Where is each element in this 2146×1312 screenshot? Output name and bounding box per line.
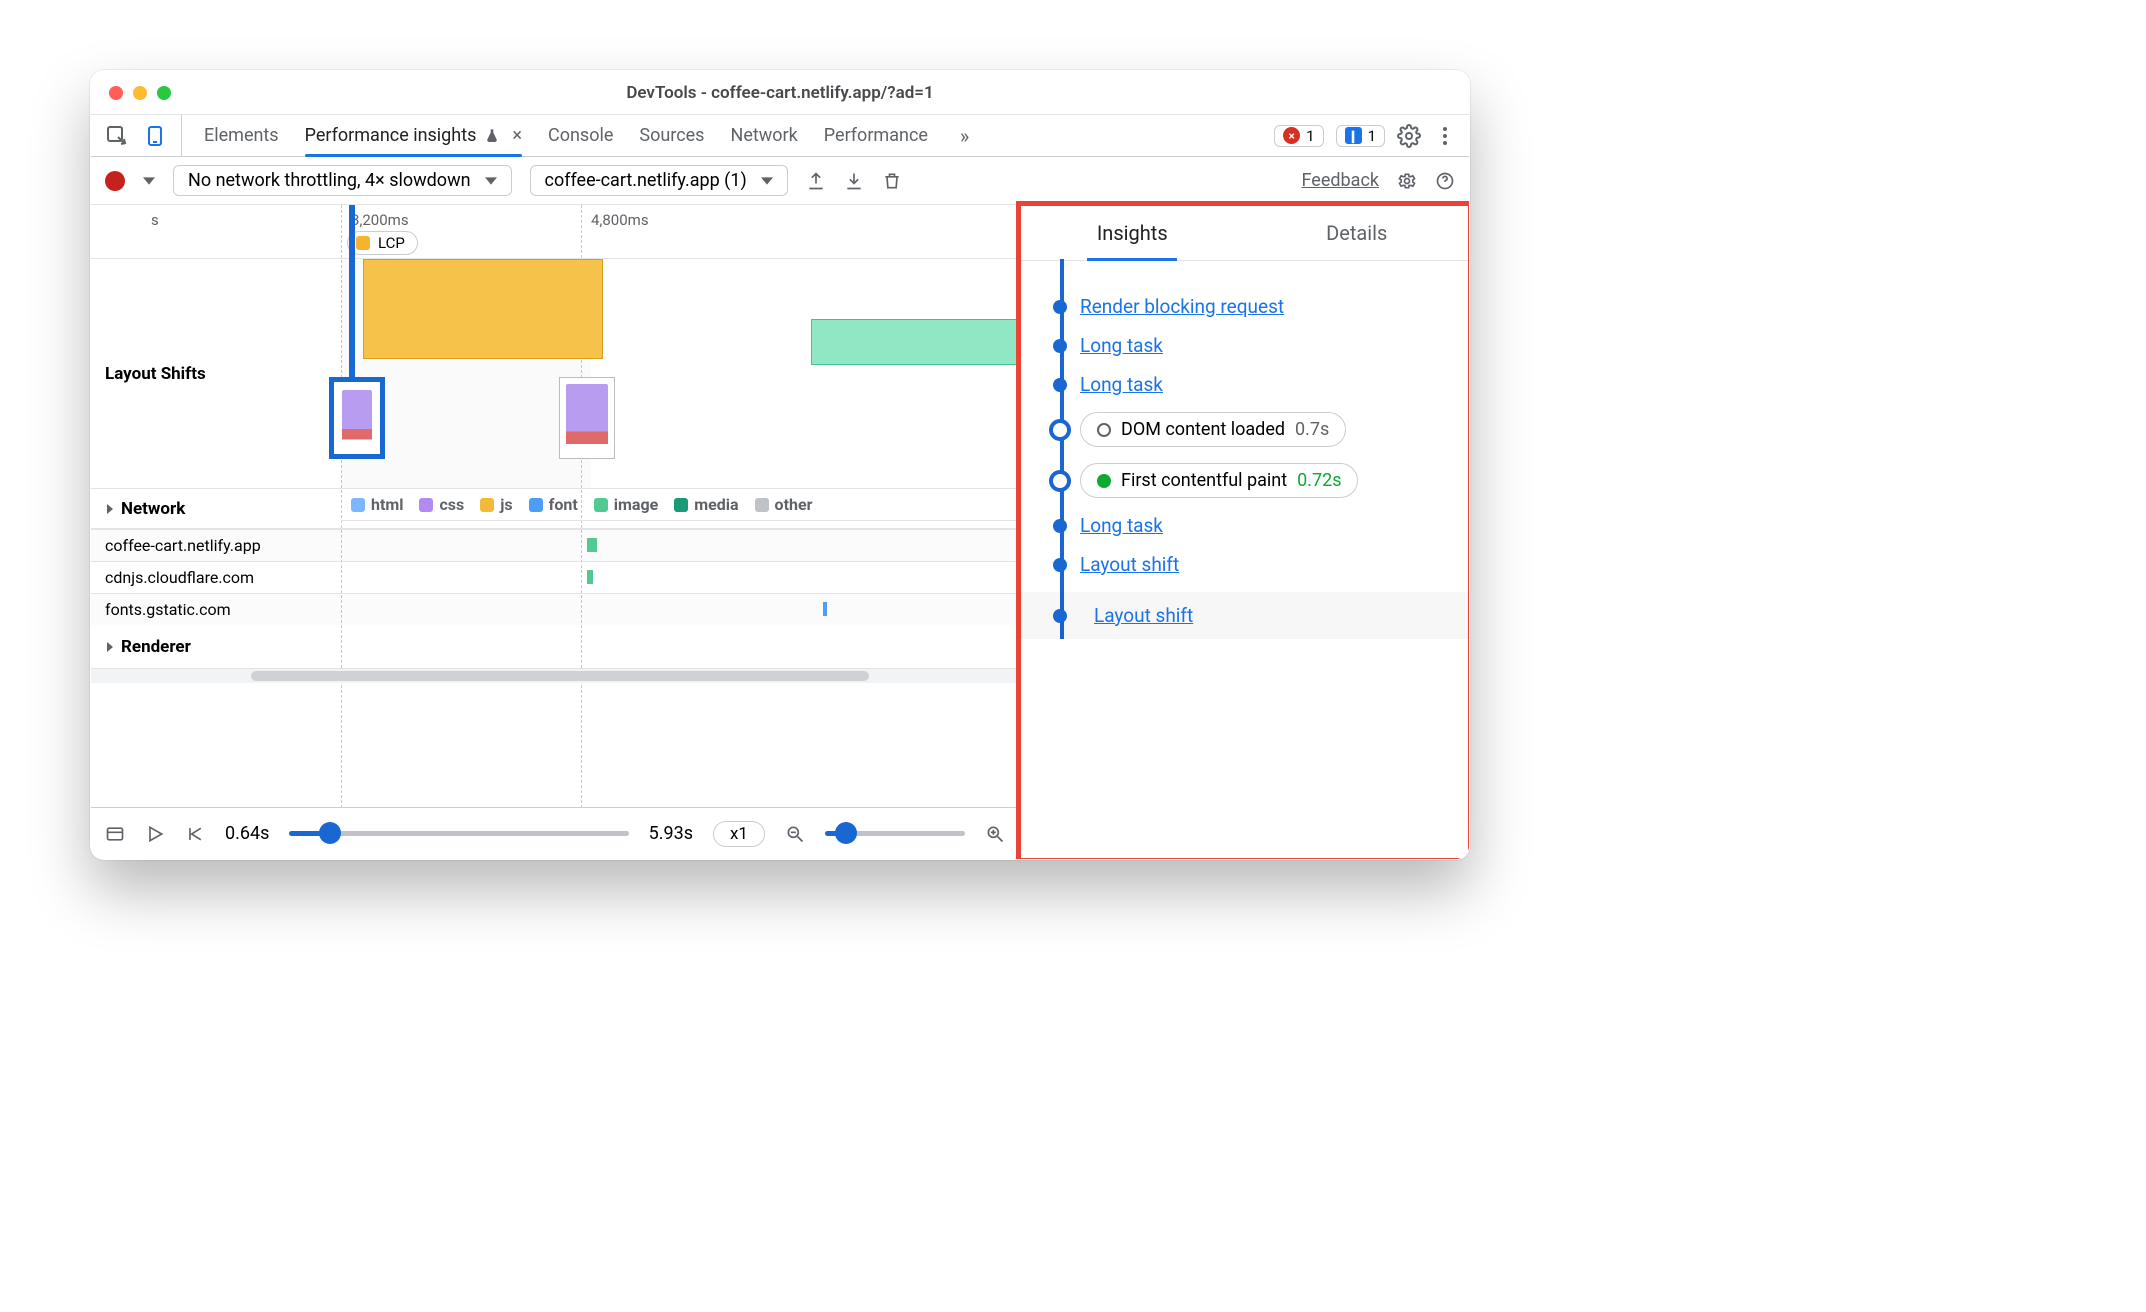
device-toggle-icon[interactable]: [143, 124, 167, 148]
play-icon[interactable]: [145, 824, 165, 844]
message-icon: ❙: [1345, 127, 1362, 144]
network-row[interactable]: cdnjs.cloudflare.com: [91, 561, 1019, 593]
insight-milestone[interactable]: DOM content loaded 0.7s: [1080, 412, 1449, 447]
section-network[interactable]: Network: [91, 489, 341, 528]
insight-item-selected[interactable]: Layout shift: [1020, 592, 1469, 639]
network-mark: [587, 538, 597, 552]
titlebar: DevTools - coffee-cart.netlify.app/?ad=1: [91, 71, 1469, 115]
error-icon: ×: [1283, 127, 1300, 144]
insight-item[interactable]: Long task: [1080, 373, 1449, 396]
caret-right-icon: [105, 504, 115, 514]
timeline-ruler[interactable]: s 3,200ms 4,800ms LCP: [91, 205, 1019, 259]
close-tab-icon[interactable]: ×: [512, 125, 522, 146]
lcp-block[interactable]: [363, 259, 603, 359]
throttling-select[interactable]: No network throttling, 4× slowdown: [173, 165, 512, 196]
horizontal-scrollbar[interactable]: [91, 669, 1019, 683]
timeline-ring-icon: [1049, 470, 1071, 492]
timeline-dot-icon: [1053, 378, 1067, 392]
insight-item[interactable]: Layout shift: [1080, 553, 1449, 576]
timeline-rail: [1060, 259, 1064, 639]
network-row[interactable]: coffee-cart.netlify.app: [91, 529, 1019, 561]
network-mark: [823, 602, 827, 616]
tab-network[interactable]: Network: [730, 115, 797, 156]
insights-tab[interactable]: Insights: [1020, 205, 1245, 260]
record-options-caret-icon[interactable]: [143, 175, 155, 187]
renderer-area[interactable]: [341, 625, 1019, 668]
tab-elements[interactable]: Elements: [204, 115, 279, 156]
playback-controls: 0.64s 5.93s x1: [91, 807, 1019, 859]
ruler-tick: 4,800ms: [591, 211, 649, 229]
toggle-view-icon[interactable]: [105, 824, 125, 844]
time-end: 5.93s: [649, 823, 693, 844]
section-renderer[interactable]: Renderer: [91, 625, 341, 668]
layout-shifts-area[interactable]: [341, 259, 1019, 488]
gear-icon[interactable]: [1397, 171, 1417, 191]
timeline-ring-icon: [1049, 419, 1071, 441]
filmstrip-thumb-selected[interactable]: [329, 377, 385, 459]
ruler-tick: 3,200ms: [351, 211, 409, 229]
lcp-swatch-icon: [356, 236, 370, 250]
caret-down-icon: [761, 175, 773, 187]
insight-item[interactable]: Render blocking request: [1080, 295, 1449, 318]
record-button[interactable]: [105, 171, 125, 191]
kebab-menu-icon[interactable]: [1433, 124, 1457, 148]
tab-sources[interactable]: Sources: [639, 115, 704, 156]
page-select[interactable]: coffee-cart.netlify.app (1): [530, 165, 788, 196]
import-icon[interactable]: [844, 171, 864, 191]
network-row[interactable]: fonts.gstatic.com: [91, 593, 1019, 625]
timeline-dot-icon: [1053, 519, 1067, 533]
insight-item[interactable]: Long task: [1080, 334, 1449, 357]
timeline-dot-icon: [1053, 339, 1067, 353]
cls-block[interactable]: [811, 319, 1019, 365]
ruler-tick: s: [151, 211, 159, 229]
feedback-link[interactable]: Feedback: [1302, 170, 1379, 191]
timeline-dot-icon: [1053, 300, 1067, 314]
insight-item[interactable]: Long task: [1080, 514, 1449, 537]
network-mark: [587, 570, 593, 584]
zoom-out-icon[interactable]: [785, 824, 805, 844]
playback-slider[interactable]: [289, 831, 628, 836]
window-title: DevTools - coffee-cart.netlify.app/?ad=1: [91, 83, 1469, 103]
message-counter[interactable]: ❙ 1: [1336, 125, 1385, 147]
timeline-dot-icon: [1053, 609, 1067, 623]
insights-timeline: Render blocking request Long task Long t…: [1020, 261, 1469, 639]
status-dot-icon: [1097, 423, 1111, 437]
help-icon[interactable]: [1435, 171, 1455, 191]
lcp-badge[interactable]: LCP: [347, 231, 418, 255]
time-start: 0.64s: [225, 823, 269, 844]
insights-toolbar: No network throttling, 4× slowdown coffe…: [91, 157, 1469, 205]
section-layout-shifts[interactable]: Layout Shifts: [91, 259, 341, 488]
network-legend: html css js font image media other: [341, 489, 1019, 528]
network-rows: coffee-cart.netlify.app cdnjs.cloudflare…: [91, 529, 1019, 625]
zoom-level[interactable]: x1: [713, 821, 765, 847]
tab-performance[interactable]: Performance: [824, 115, 928, 156]
caret-down-icon: [485, 175, 497, 187]
status-dot-icon: [1097, 474, 1111, 488]
filmstrip-thumb[interactable]: [559, 377, 615, 459]
insights-panel: Insights Details Render blocking request…: [1019, 205, 1469, 859]
jump-start-icon[interactable]: [185, 824, 205, 844]
settings-icon[interactable]: [1397, 124, 1421, 148]
devtools-tabbar: Elements Performance insights × Console …: [91, 115, 1469, 157]
details-tab[interactable]: Details: [1245, 205, 1470, 260]
tab-console[interactable]: Console: [548, 115, 613, 156]
tab-performance-insights[interactable]: Performance insights ×: [305, 115, 522, 156]
tabs-overflow-icon[interactable]: »: [960, 124, 969, 148]
zoom-in-icon[interactable]: [985, 824, 1005, 844]
insight-milestone[interactable]: First contentful paint 0.72s: [1080, 463, 1449, 498]
timeline-dot-icon: [1053, 558, 1067, 572]
caret-right-icon: [105, 642, 115, 652]
panel-tabs: Elements Performance insights × Console …: [182, 115, 991, 156]
flask-icon: [484, 128, 500, 144]
error-counter[interactable]: × 1: [1274, 125, 1323, 147]
export-icon[interactable]: [806, 171, 826, 191]
delete-icon[interactable]: [882, 171, 902, 191]
zoom-slider[interactable]: [825, 831, 965, 836]
inspect-icon[interactable]: [105, 124, 129, 148]
